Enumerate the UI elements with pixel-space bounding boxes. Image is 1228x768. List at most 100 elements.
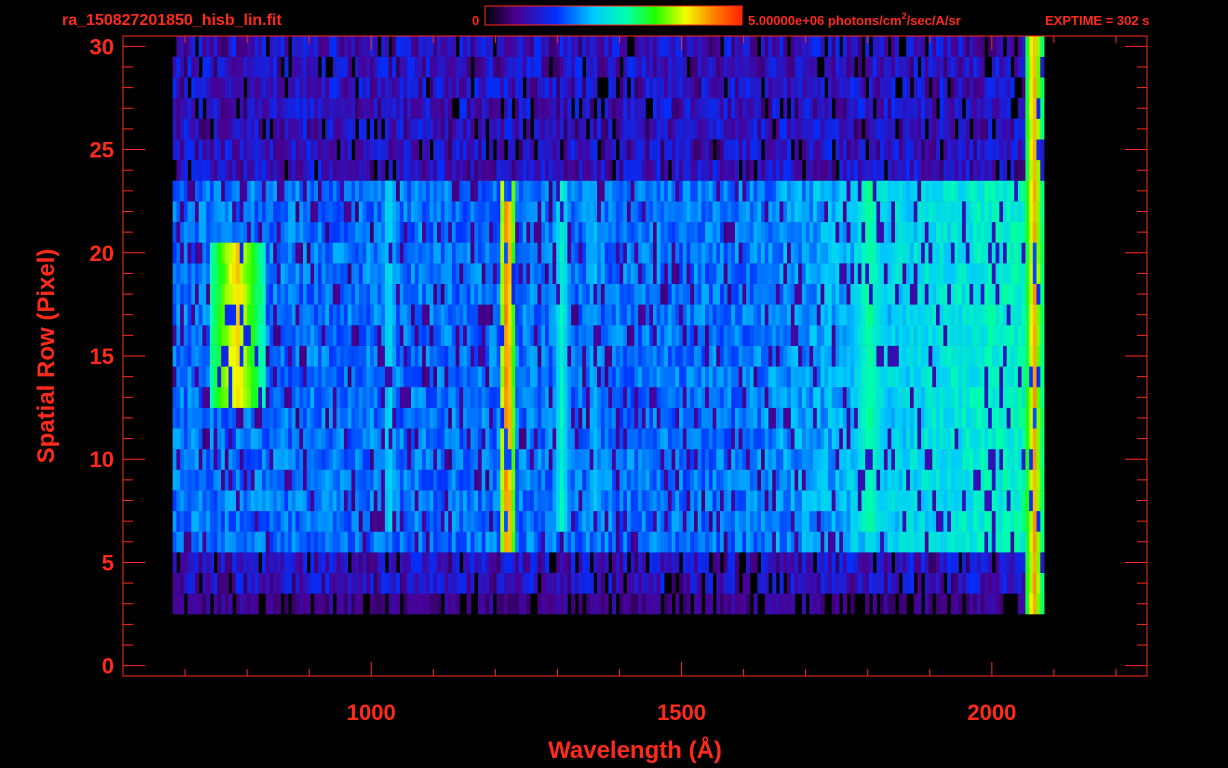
heatmap-cell — [764, 180, 769, 202]
heatmap-cell — [828, 345, 833, 367]
heatmap-cell — [742, 490, 747, 512]
heatmap-cell — [887, 180, 892, 202]
heatmap-cell — [202, 469, 207, 491]
heatmap-cell — [761, 552, 766, 573]
heatmap-cell — [883, 531, 888, 553]
heatmap-cell — [675, 159, 680, 181]
heatmap-cell — [612, 283, 617, 305]
heatmap-cell — [761, 283, 766, 305]
heatmap-cell — [537, 593, 542, 615]
heatmap-cell — [965, 448, 970, 470]
heatmap-cell — [686, 510, 691, 532]
heatmap-cell — [455, 366, 460, 388]
heatmap-cell — [656, 407, 661, 429]
heatmap-cell — [854, 159, 859, 181]
heatmap-cell — [459, 469, 464, 491]
heatmap-cell — [589, 263, 594, 284]
heatmap-cell — [541, 221, 546, 243]
heatmap-cell — [723, 159, 728, 181]
heatmap-cell — [872, 283, 877, 305]
heatmap-cell — [172, 490, 177, 512]
heatmap-cell — [958, 242, 963, 264]
heatmap-cell — [887, 448, 892, 470]
heatmap-cell — [690, 552, 695, 573]
heatmap-cell — [515, 159, 520, 181]
heatmap-cell — [440, 201, 445, 223]
heatmap-cell — [209, 428, 214, 450]
heatmap-cell — [969, 366, 974, 388]
heatmap-cell — [500, 407, 505, 429]
heatmap-cell — [615, 159, 620, 181]
heatmap-cell — [224, 448, 229, 470]
heatmap-cell — [451, 345, 456, 367]
heatmap-cell — [917, 510, 922, 532]
heatmap-cell — [284, 531, 289, 553]
heatmap-cell — [280, 201, 285, 223]
heatmap-cell — [619, 490, 624, 512]
heatmap-cell — [943, 180, 948, 202]
heatmap-cell — [928, 469, 933, 491]
heatmap-cell — [492, 366, 497, 388]
heatmap-cell — [701, 263, 706, 284]
heatmap-cell — [757, 159, 762, 181]
heatmap-cell — [809, 263, 814, 284]
heatmap-cell — [835, 242, 840, 264]
heatmap-cell — [552, 283, 557, 305]
heatmap-cell — [626, 180, 631, 202]
heatmap-cell — [552, 325, 557, 346]
heatmap-cell — [310, 490, 315, 512]
heatmap-cell — [831, 325, 836, 346]
heatmap-cell — [980, 407, 985, 429]
heatmap-cell — [407, 387, 412, 408]
heatmap-cell — [604, 407, 609, 429]
heatmap-cell — [854, 201, 859, 223]
heatmap-cell — [288, 510, 293, 532]
heatmap-cell — [444, 180, 449, 202]
heatmap-cell — [1025, 325, 1030, 346]
heatmap-cell — [1021, 407, 1026, 429]
heatmap-cell — [377, 552, 382, 573]
heatmap-cell — [809, 345, 814, 367]
heatmap-cell — [511, 448, 516, 470]
heatmap-cell — [787, 407, 792, 429]
heatmap-cell — [779, 201, 784, 223]
heatmap-cell — [909, 180, 914, 202]
heatmap-cell — [343, 201, 348, 223]
heatmap-cell — [459, 221, 464, 243]
heatmap-cell — [459, 387, 464, 408]
heatmap-cell — [418, 531, 423, 553]
heatmap-cell — [381, 345, 386, 367]
heatmap-cell — [321, 552, 326, 573]
heatmap-cell — [563, 201, 568, 223]
heatmap-cell — [667, 387, 672, 408]
heatmap-cell — [708, 180, 713, 202]
heatmap-cell — [388, 531, 393, 553]
heatmap-cell — [712, 469, 717, 491]
heatmap-cell — [809, 593, 814, 615]
heatmap-cell — [1040, 263, 1045, 284]
heatmap-cell — [984, 304, 989, 326]
heatmap-cell — [507, 221, 512, 243]
heatmap-cell — [746, 201, 751, 223]
heatmap-cell — [828, 407, 833, 429]
heatmap-cell — [965, 428, 970, 450]
heatmap-cell — [567, 428, 572, 450]
heatmap-cell — [388, 572, 393, 594]
heatmap-cell — [895, 428, 900, 450]
heatmap-cell — [597, 180, 602, 202]
heatmap-cell — [604, 593, 609, 615]
heatmap-cell — [347, 387, 352, 408]
heatmap-cell — [481, 221, 486, 243]
heatmap-cell — [679, 159, 684, 181]
heatmap-cell — [932, 552, 937, 573]
heatmap-cell — [459, 263, 464, 284]
heatmap-cell — [887, 325, 892, 346]
heatmap-cell — [891, 469, 896, 491]
heatmap-cell — [645, 490, 650, 512]
heatmap-cell — [921, 407, 926, 429]
heatmap-cell — [373, 366, 378, 388]
heatmap-cell — [962, 345, 967, 367]
heatmap-cell — [861, 304, 866, 326]
heatmap-cell — [559, 531, 564, 553]
heatmap-cell — [664, 283, 669, 305]
